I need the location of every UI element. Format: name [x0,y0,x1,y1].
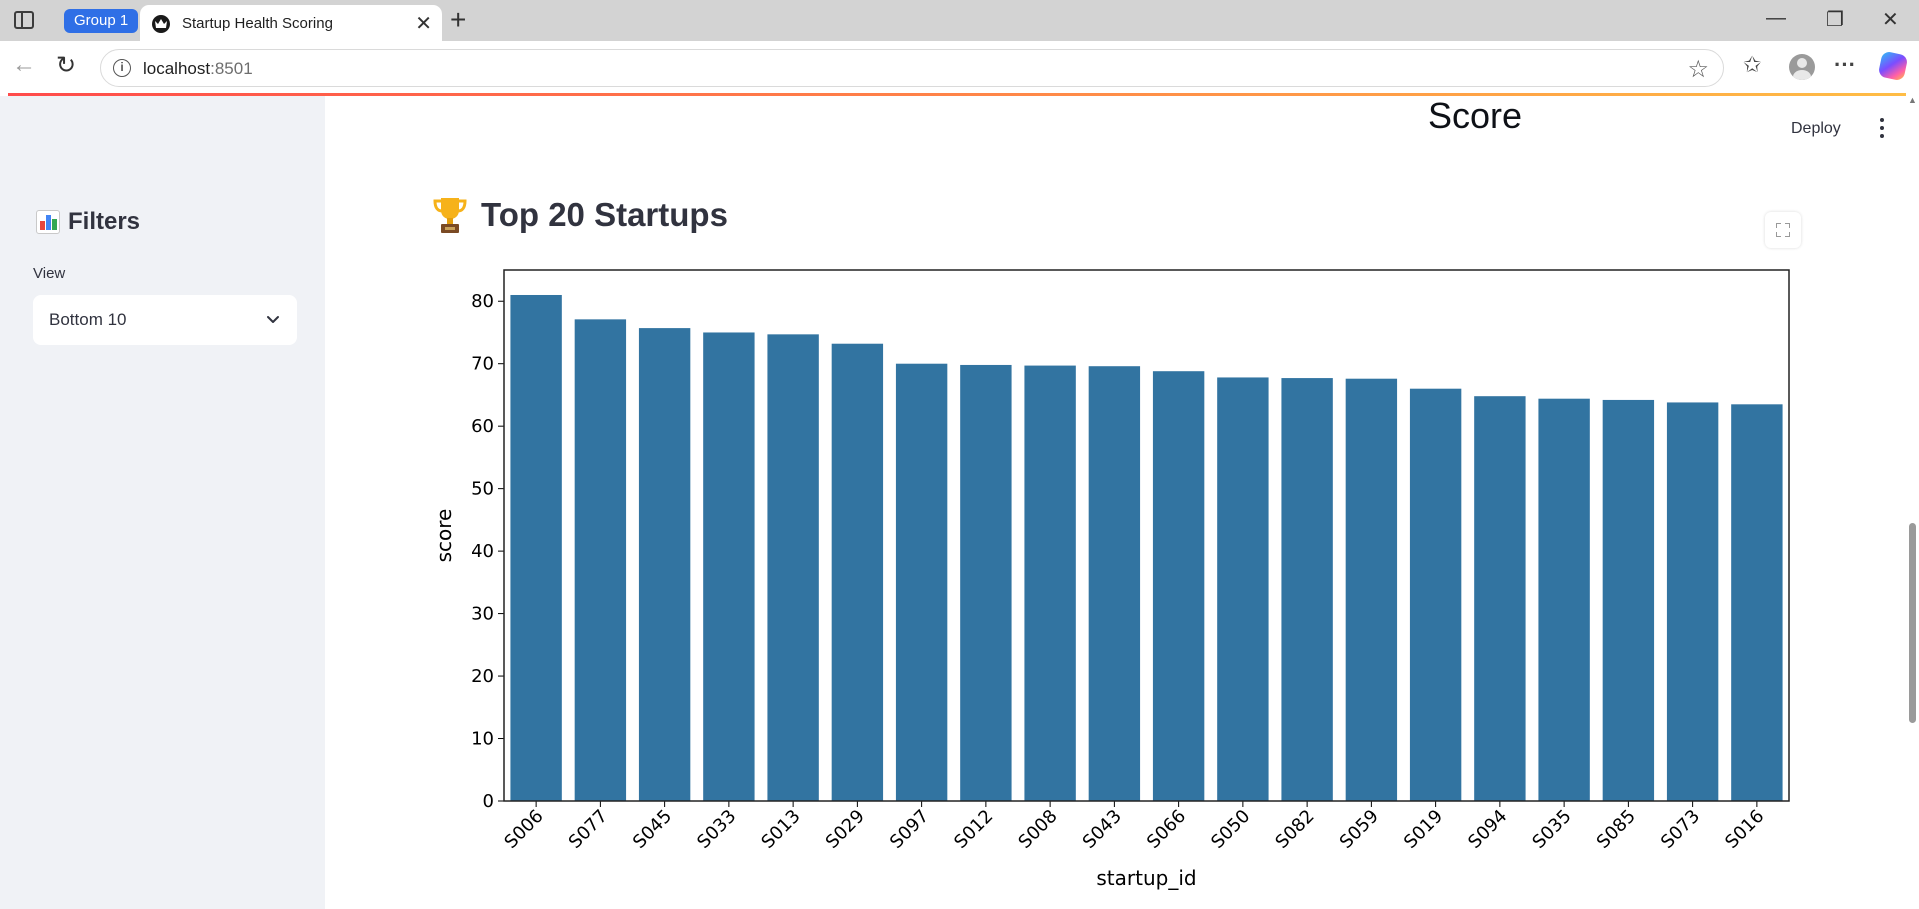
y-tick-label: 10 [471,729,494,750]
x-tick-label: S097 [886,806,933,853]
bar [638,328,691,801]
bar [1152,371,1205,801]
sidebar-header: Filters [36,208,140,236]
section-header-text: Top 20 Startups [481,196,728,233]
close-tab-icon[interactable]: ✕ [415,11,432,36]
profile-avatar-icon[interactable] [1789,54,1815,80]
x-tick-label: S033 [693,806,740,853]
y-tick-label: 50 [471,479,494,500]
x-tick-label: S066 [1143,806,1190,853]
y-tick-label: 70 [471,354,494,375]
x-tick-label: S012 [950,806,997,853]
section-header: Top 20 Startups [433,196,728,234]
bookmark-star-icon[interactable]: ☆ [1687,55,1709,84]
tab-title: Startup Health Scoring [182,15,333,32]
bar [510,294,562,801]
bar [703,332,755,801]
y-tick-label: 20 [471,666,494,687]
bar [1602,399,1655,801]
x-tick-label: S029 [822,806,869,853]
deploy-button[interactable]: Deploy [1791,120,1841,138]
x-tick-label: S008 [1014,806,1061,853]
bar [1409,388,1462,801]
bar [1024,365,1076,801]
back-arrow-icon[interactable]: ← [12,51,36,79]
bar [960,364,1012,801]
bar-chart-icon [36,210,60,234]
site-info-icon[interactable]: i [113,59,131,77]
bar [831,343,884,801]
bar [1538,398,1590,801]
bar-chart: S006 S077 S045 S033 S013 S029 S097 S012 S008 S043… [430,255,1810,905]
x-tick-label: S006 [500,806,547,853]
favorites-icon[interactable]: ✩ [1743,52,1761,78]
x-tick-label: S082 [1271,806,1318,853]
y-tick-label: 30 [471,604,494,625]
bar [1217,377,1269,801]
scroll-thumb[interactable] [1909,523,1916,723]
page-title: Score [1427,95,1523,136]
reload-icon[interactable]: ↻ [56,51,76,80]
browser-tab-active[interactable]: Startup Health Scoring ✕ [140,5,442,41]
close-window-icon[interactable]: ✕ [1882,7,1899,32]
sidebar: Filters View Bottom 10 [0,96,325,909]
sidebar-header-text: Filters [68,208,141,235]
url-text[interactable]: localhost:8501 [143,59,253,79]
x-tick-label: S073 [1657,806,1704,853]
x-tick-label: S045 [629,806,676,853]
minimize-icon[interactable]: — [1766,7,1786,30]
x-tick-label: S019 [1400,806,1447,853]
x-tick-label: S059 [1336,806,1383,853]
x-tick-label: S050 [1207,806,1254,853]
new-tab-icon[interactable]: + [450,4,466,36]
x-tick-label: S094 [1464,806,1511,853]
plot-frame [503,269,1790,802]
restore-icon[interactable]: ❐ [1826,7,1844,32]
fullscreen-button[interactable] [1765,212,1801,248]
y-tick-label: 40 [471,541,494,562]
page-scrollbar[interactable]: ▲ [1906,93,1919,909]
bar [767,334,819,801]
copilot-icon[interactable] [1877,50,1909,82]
x-tick-label: S013 [757,806,804,853]
x-tick-label: S085 [1593,806,1640,853]
vertical-tabs-icon[interactable] [14,11,34,29]
bar [895,363,948,801]
view-select-value: Bottom 10 [49,310,127,329]
view-select-label: View [33,265,66,282]
more-menu-icon[interactable]: ··· [1834,52,1856,78]
bar [1345,378,1398,801]
trophy-icon [433,198,467,233]
y-tick-label: 80 [471,291,494,312]
tab-group-chip[interactable]: Group 1 [64,9,139,33]
bar [1281,378,1333,801]
bar-chart-svg: S006 S077 S045 S033 S013 S029 S097 S012 S008 S043… [432,269,1790,890]
chevron-down-icon [267,316,279,323]
x-tick-label: S077 [565,806,612,853]
bar [1731,404,1783,801]
x-axis-label: startup_id [1096,866,1196,890]
y-tick-label: 0 [483,791,494,812]
browser-toolbar: ← ↻ i localhost:8501 ☆ ✩ ··· [0,41,1919,93]
main-menu-icon[interactable] [1870,116,1894,140]
scroll-up-icon[interactable]: ▲ [1908,95,1917,105]
y-tick-label: 60 [471,416,494,437]
view-select[interactable]: Bottom 10 [33,295,297,345]
x-tick-label: S043 [1079,806,1126,853]
bar [574,319,627,801]
browser-tab-bar: Group 1 Startup Health Scoring ✕ + — ❐ ✕ [0,0,1919,41]
bar [1088,366,1141,801]
streamlit-crown-icon [152,15,170,33]
x-tick-label: S035 [1528,806,1575,853]
y-axis-label: score [432,509,456,563]
bar [1474,396,1526,801]
address-bar[interactable]: i localhost:8501 ☆ [100,49,1724,87]
bar [1666,402,1719,801]
x-tick-label: S016 [1721,806,1768,853]
